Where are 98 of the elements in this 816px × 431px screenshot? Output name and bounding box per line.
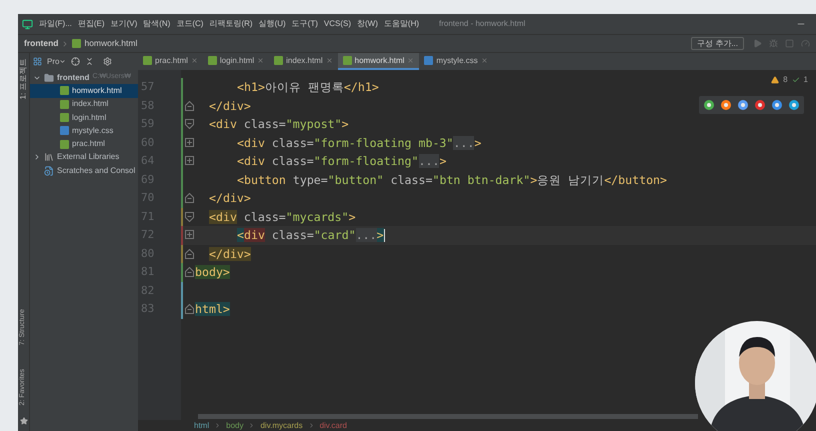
profile-icon[interactable] xyxy=(801,39,810,48)
breadcrumb-item[interactable]: frontend xyxy=(24,37,58,50)
file-icon xyxy=(143,56,152,65)
tab-label: login.html xyxy=(220,54,254,66)
debug-icon[interactable] xyxy=(769,39,778,48)
warning-count[interactable]: 8 xyxy=(783,74,788,86)
path-item[interactable]: body xyxy=(226,420,244,430)
menu-item[interactable]: 코드(C) xyxy=(176,18,204,30)
tree-item[interactable]: External Libraries xyxy=(30,150,138,164)
close-icon[interactable] xyxy=(257,57,264,64)
path-item[interactable]: html xyxy=(194,420,210,430)
warning-icon xyxy=(771,76,780,84)
code-line: <div class="card"...> xyxy=(237,227,384,244)
code-line: <div class="mycards"> xyxy=(209,208,356,225)
code-line: <div class="mypost"> xyxy=(209,116,349,132)
app-logo-icon xyxy=(22,18,33,30)
locate-icon[interactable] xyxy=(71,57,80,66)
menu-item[interactable]: 도움말(H) xyxy=(384,18,420,30)
file-icon xyxy=(72,39,82,48)
menu-item[interactable]: 탐색(N) xyxy=(143,18,170,30)
tree-item[interactable]: homwork.html xyxy=(30,84,138,98)
tree-item[interactable]: index.html xyxy=(30,98,138,111)
fold-start-icon[interactable] xyxy=(184,119,194,130)
fold-expand-icon[interactable] xyxy=(184,156,194,166)
close-icon[interactable] xyxy=(407,57,414,64)
tree-item[interactable]: mystyle.css xyxy=(30,124,138,138)
breadcrumb-item[interactable]: homwork.html xyxy=(84,37,138,50)
file-name: Scratches and Consol xyxy=(57,164,136,177)
folder-icon xyxy=(44,72,54,83)
check-count[interactable]: 1 xyxy=(804,74,808,86)
file-name: mystyle.css xyxy=(72,124,114,137)
separator-icon xyxy=(308,422,315,429)
check-icon xyxy=(792,76,800,84)
menu-item[interactable]: 파일(F)... xyxy=(39,18,72,30)
panel-icon xyxy=(33,57,42,66)
file-icon xyxy=(274,56,284,65)
code-line: <div class="form-floating"...> xyxy=(237,153,446,170)
collapse-icon[interactable] xyxy=(85,57,94,66)
file-icon xyxy=(424,56,434,65)
file-name: homwork.html xyxy=(72,84,122,97)
file-icon xyxy=(208,56,217,65)
close-icon[interactable] xyxy=(190,57,198,64)
file-name: prac.html xyxy=(72,138,105,150)
close-icon[interactable] xyxy=(326,57,333,64)
code-line: <div class="form-floating mb-3"...> xyxy=(237,134,482,151)
tree-item[interactable]: login.html xyxy=(30,110,138,124)
editor-tab[interactable]: mystyle.css xyxy=(419,53,493,70)
code-line: </div> xyxy=(209,98,251,114)
library-icon xyxy=(44,152,54,162)
star-icon[interactable] xyxy=(20,417,28,425)
editor-tab[interactable]: prac.html xyxy=(138,53,203,70)
menu-item[interactable]: 도구(T) xyxy=(292,18,318,30)
project-tool-tab[interactable]: 1: 프로젝트 xyxy=(18,58,30,100)
code-line: </div> xyxy=(209,190,251,206)
editor-tab[interactable]: homwork.html xyxy=(338,53,420,70)
file-name: External Libraries xyxy=(57,151,120,164)
file-icon xyxy=(342,56,352,65)
fold-expand-icon[interactable] xyxy=(184,230,194,240)
file-name: login.html xyxy=(72,112,106,124)
menu-item[interactable]: 창(W) xyxy=(357,18,378,30)
menu-item[interactable]: 리팩토링(R) xyxy=(209,18,253,30)
expand-icon[interactable] xyxy=(33,153,41,162)
file-name: index.html xyxy=(72,98,108,110)
window-title: frontend - homwork.html xyxy=(439,18,526,30)
separator-icon xyxy=(214,422,222,429)
tree-item[interactable]: prac.html xyxy=(30,137,138,151)
menu-item[interactable]: VCS(S) xyxy=(324,18,352,30)
editor-tab[interactable]: login.html xyxy=(202,53,270,70)
menu-item[interactable]: 실행(U) xyxy=(258,18,286,30)
settings-icon[interactable] xyxy=(103,57,112,66)
tab-label: index.html xyxy=(286,54,323,66)
fold-end-icon[interactable] xyxy=(184,100,194,111)
path-item[interactable]: div.mycards xyxy=(260,420,303,430)
fold-end-icon[interactable] xyxy=(184,193,194,204)
tab-label: homwork.html xyxy=(354,54,404,66)
code-line: <button type="button" class="btn btn-dark">응원 남기기</button> xyxy=(237,172,668,188)
tab-label: mystyle.css xyxy=(436,54,478,66)
fold-start-icon[interactable] xyxy=(184,212,194,222)
tree-item[interactable]: Scratches and Consol xyxy=(30,164,138,178)
code-line: <h1>아이유 팬명록</h1> xyxy=(237,79,379,96)
fold-end-icon[interactable] xyxy=(184,304,194,314)
tab-label: prac.html xyxy=(155,54,188,66)
separator-icon xyxy=(248,422,256,429)
menu-item[interactable]: 편집(E) xyxy=(78,18,105,30)
fold-expand-icon[interactable] xyxy=(184,138,194,148)
fold-end-icon[interactable] xyxy=(184,248,194,259)
editor-tab[interactable]: index.html xyxy=(269,53,338,70)
run-icon[interactable] xyxy=(753,39,762,48)
scrollbar[interactable] xyxy=(198,414,698,419)
config-button[interactable]: 구성 추가... xyxy=(691,37,744,50)
fold-end-icon[interactable] xyxy=(184,267,194,278)
view-dropdown[interactable]: Pro xyxy=(47,56,66,68)
file-name: frontend xyxy=(57,72,90,84)
menu-item[interactable]: 보기(V) xyxy=(110,18,138,30)
close-icon[interactable] xyxy=(480,57,488,64)
text-cursor xyxy=(384,228,385,242)
caret-icon xyxy=(59,58,66,65)
scratch-icon xyxy=(44,166,54,176)
